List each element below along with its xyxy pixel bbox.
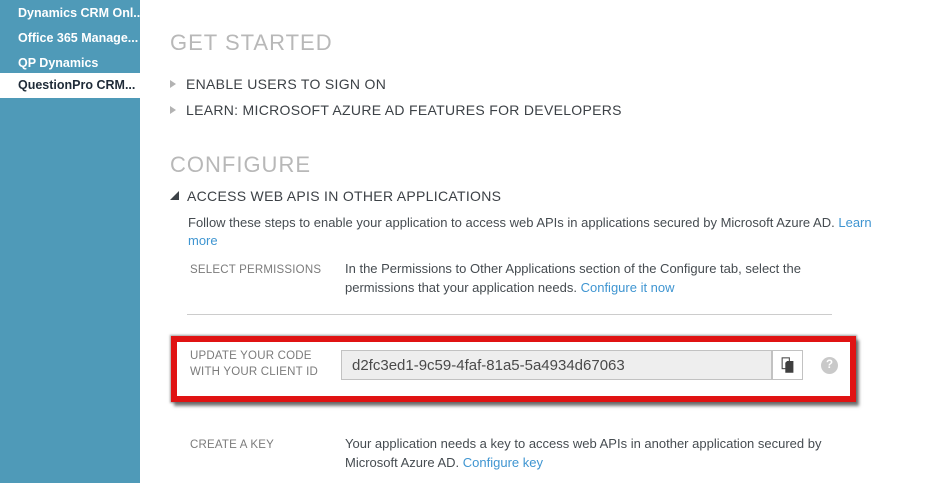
copy-icon — [779, 356, 797, 375]
access-web-apis-description: Follow these steps to enable your applic… — [188, 214, 888, 250]
azure-ad-configure-page: Dynamics CRM Onl... Office 365 Manage...… — [0, 0, 940, 487]
sidebar-item-dynamics-crm-online[interactable]: Dynamics CRM Onl... — [0, 1, 140, 26]
select-permissions-label: SELECT PERMISSIONS — [190, 262, 338, 278]
configure-it-now-link[interactable]: Configure it now — [581, 280, 675, 295]
applications-sidebar: Dynamics CRM Onl... Office 365 Manage...… — [0, 0, 140, 483]
copy-button[interactable] — [772, 350, 803, 380]
description-text: Your application needs a key to access w… — [345, 436, 822, 470]
create-a-key-label: CREATE A KEY — [190, 437, 338, 453]
section-label: ACCESS WEB APIS IN OTHER APPLICATIONS — [187, 188, 501, 204]
create-a-key-description: Your application needs a key to access w… — [345, 435, 852, 472]
section-label: ENABLE USERS TO SIGN ON — [186, 76, 386, 92]
sidebar-item-office-365-management[interactable]: Office 365 Manage... — [0, 26, 140, 51]
section-access-web-apis[interactable]: ACCESS WEB APIS IN OTHER APPLICATIONS — [170, 188, 501, 204]
triangle-expanded-icon — [170, 191, 179, 200]
client-id-input[interactable] — [341, 350, 772, 380]
get-started-heading: GET STARTED — [170, 30, 333, 56]
sidebar-item-questionpro-crm[interactable]: QuestionPro CRM... — [0, 73, 140, 98]
chevron-right-icon — [170, 80, 176, 88]
select-permissions-description: In the Permissions to Other Applications… — [345, 260, 852, 297]
chevron-right-icon — [170, 106, 176, 114]
row-separator — [187, 314, 832, 315]
help-icon[interactable]: ? — [821, 357, 838, 374]
section-learn-azure-ad-features[interactable]: LEARN: MICROSOFT AZURE AD FEATURES FOR D… — [170, 102, 622, 118]
section-label: LEARN: MICROSOFT AZURE AD FEATURES FOR D… — [186, 102, 622, 118]
description-text: Follow these steps to enable your applic… — [188, 215, 835, 230]
section-enable-users-sign-on[interactable]: ENABLE USERS TO SIGN ON — [170, 76, 386, 92]
configure-heading: CONFIGURE — [170, 152, 311, 178]
update-client-id-label: UPDATE YOUR CODE WITH YOUR CLIENT ID — [190, 348, 338, 380]
description-text: In the Permissions to Other Applications… — [345, 261, 801, 295]
configure-key-link[interactable]: Configure key — [463, 455, 543, 470]
